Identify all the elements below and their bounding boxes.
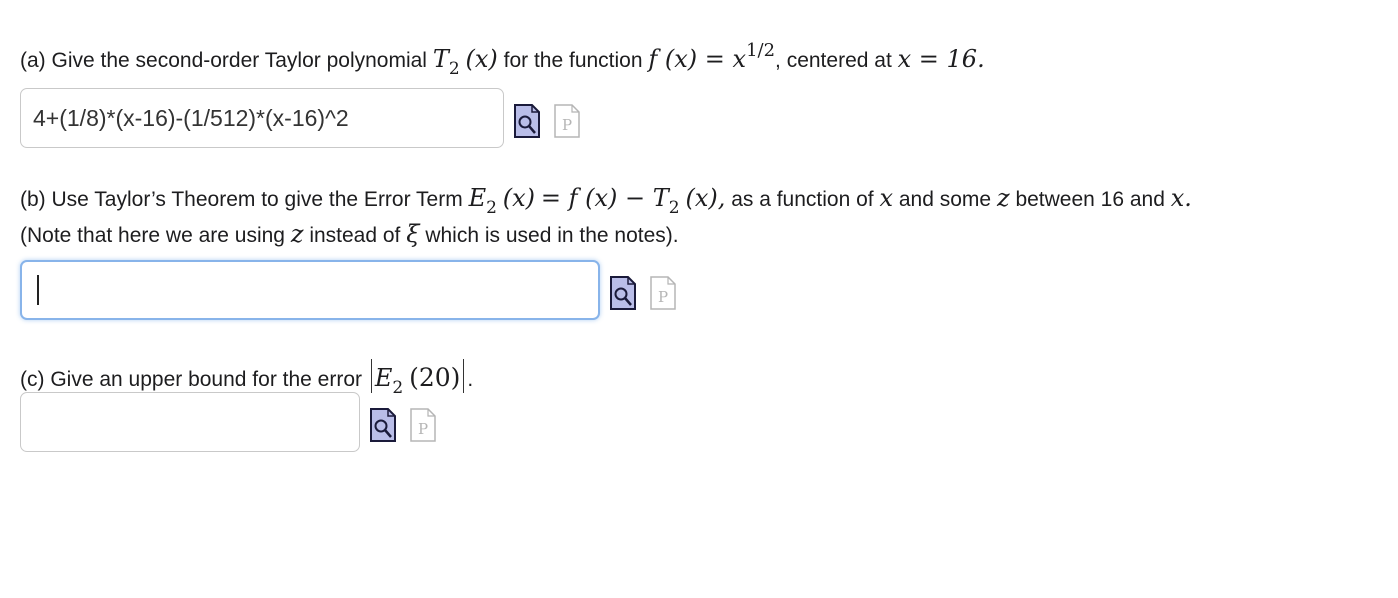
taylor-T-symbol: T <box>432 45 449 73</box>
note-variable-xi: ξ <box>406 220 420 248</box>
taylor-T-subscript: 2 <box>448 59 460 79</box>
abs-bar-right <box>463 359 465 393</box>
bound-E-subscript: 2 <box>392 378 404 398</box>
note-suffix: which is used in the notes). <box>425 224 679 247</box>
answer-a-input[interactable] <box>20 88 504 148</box>
error-term-T-subscript: 2 <box>668 198 680 218</box>
equation-editor-icon-a[interactable]: P <box>554 104 580 138</box>
svg-text:P: P <box>562 116 572 134</box>
question-a-centered: , centered at <box>775 49 892 72</box>
equation-editor-icon-c[interactable]: P <box>410 408 436 442</box>
equation-editor-icon-b[interactable]: P <box>650 276 676 310</box>
note-prefix: (Note that here we are using <box>20 224 285 247</box>
error-E-argument: (x) <box>502 184 536 212</box>
question-c-end: . <box>467 368 474 391</box>
question-b-between: between 16 and <box>1015 188 1165 211</box>
function-exponent: 1/2 <box>746 40 776 61</box>
question-c-prefix: (c) Give an upper bound for the error <box>20 368 363 391</box>
question-a: (a) Give the second-order Taylor polynom… <box>20 40 985 79</box>
question-c: (c) Give an upper bound for the error E2… <box>20 359 474 398</box>
variable-x-end: x. <box>1170 184 1192 212</box>
question-a-mid: for the function <box>503 49 643 72</box>
function-expression: f (x) = x <box>648 45 747 73</box>
center-expression: x = 16. <box>897 45 985 73</box>
svg-text:P: P <box>658 288 668 306</box>
preview-icon-c[interactable] <box>370 408 396 442</box>
error-term-T-argument: (x), <box>685 184 726 212</box>
taylor-T-argument: (x) <box>465 45 498 73</box>
note-variable-z: z <box>290 220 304 248</box>
error-E-symbol: E <box>468 184 487 212</box>
question-b-and: and some <box>898 188 992 211</box>
question-b-middle: as a function of <box>731 188 874 211</box>
bound-E-symbol: E <box>374 364 393 392</box>
svg-text:P: P <box>418 420 428 438</box>
note-mid: instead of <box>309 224 401 247</box>
text-caret <box>37 275 39 305</box>
preview-icon-b[interactable] <box>610 276 636 310</box>
question-b: (b) Use Taylor’s Theorem to give the Err… <box>20 184 1192 218</box>
bound-E-argument: (20) <box>409 363 461 392</box>
question-b-prefix: (b) Use Taylor’s Theorem to give the Err… <box>20 188 463 211</box>
question-a-prefix: (a) Give the second-order Taylor polynom… <box>20 49 427 72</box>
error-term-equation: = f (x) − T <box>540 184 669 212</box>
preview-icon-a[interactable] <box>514 104 540 138</box>
question-b-note: (Note that here we are using z instead o… <box>20 220 679 250</box>
error-E-subscript: 2 <box>486 198 497 218</box>
variable-x: x <box>879 184 894 212</box>
answer-c-input[interactable] <box>20 392 360 452</box>
abs-bar-left <box>370 359 372 393</box>
variable-z: z <box>996 184 1010 212</box>
answer-b-input[interactable] <box>20 260 600 320</box>
